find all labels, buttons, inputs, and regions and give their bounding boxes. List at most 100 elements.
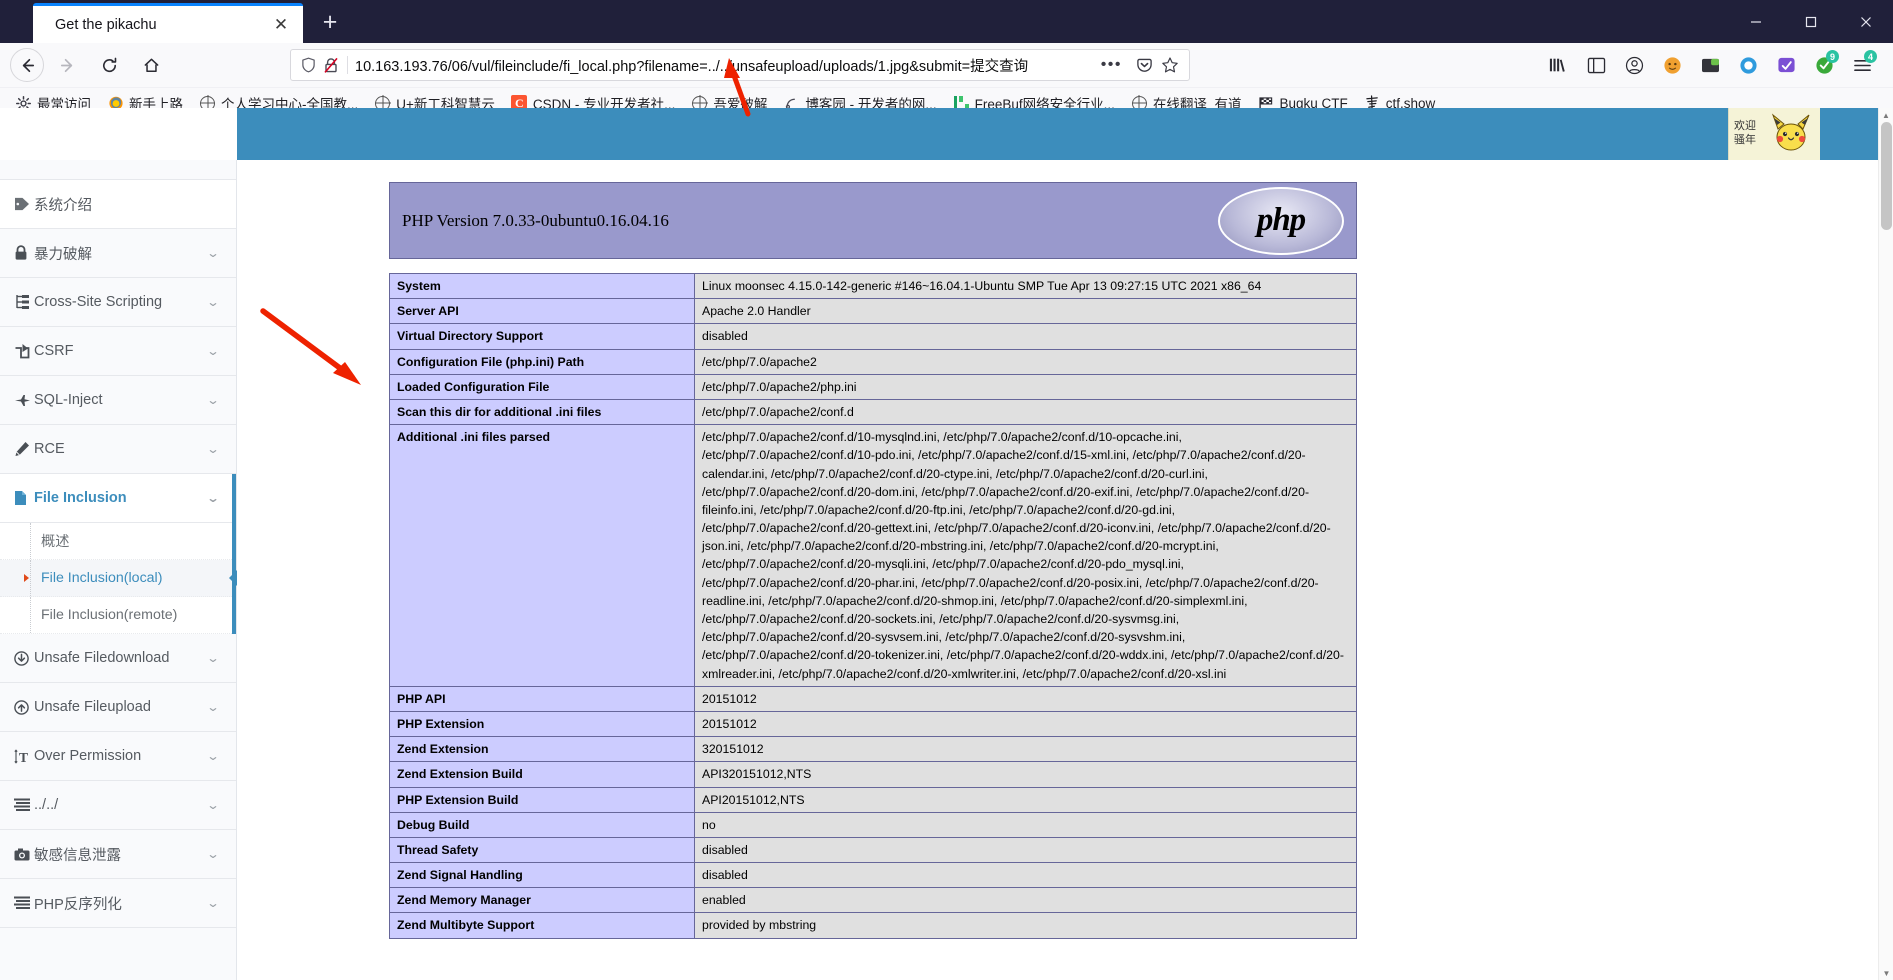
sidebar-item-php-deserialization[interactable]: PHP反序列化 ⌄ — [0, 879, 236, 928]
app-brand-bar: 欢迎 骚年 — [237, 108, 1878, 160]
new-tab-button[interactable]: + — [311, 3, 349, 41]
page-actions-icon[interactable]: ••• — [1092, 56, 1131, 74]
sidebar-item-label: Cross-Site Scripting — [34, 294, 163, 310]
extension-purple-icon[interactable] — [1769, 49, 1803, 81]
title-bar: Get the pikachu ✕ + — [0, 0, 1893, 43]
navigation-toolbar: 10.163.193.76/06/vul/fileinclude/fi_loca… — [0, 43, 1893, 88]
bullet-arrow-icon — [24, 574, 29, 582]
extension-orange-icon[interactable] — [1655, 49, 1689, 81]
row-value: 20151012 — [694, 710, 1357, 738]
row-value: enabled — [694, 887, 1357, 914]
tab-title: Get the pikachu — [55, 16, 157, 33]
table-row: Virtual Directory Support disabled — [389, 323, 1357, 350]
row-value: /etc/php/7.0/apache2/php.ini — [694, 373, 1357, 400]
home-button-icon[interactable] — [132, 48, 170, 82]
pikachu-icon — [1769, 112, 1813, 156]
chevron-down-icon: ⌄ — [206, 246, 220, 260]
table-row: Additional .ini files parsed/etc/php/7.0… — [389, 424, 1357, 687]
sidebar-item-label: File Inclusion — [34, 490, 127, 506]
row-key: Virtual Directory Support — [389, 323, 695, 350]
plane-icon — [14, 394, 34, 407]
app-top-bar: 欢迎 骚年 — [0, 108, 1878, 160]
sidebar-item-file-inclusion[interactable]: File Inclusion ⌄ — [0, 474, 236, 523]
welcome-line-2: 骚年 — [1734, 134, 1756, 146]
sidebar-item-csrf[interactable]: CSRF ⌄ — [0, 327, 236, 376]
row-key: Zend Extension — [389, 736, 695, 763]
close-icon[interactable]: ✕ — [269, 13, 293, 37]
download-icon — [14, 650, 34, 666]
extension-dark-icon[interactable] — [1693, 49, 1727, 81]
maximize-icon[interactable] — [1783, 0, 1838, 43]
browser-tab[interactable]: Get the pikachu ✕ — [33, 3, 303, 43]
scroll-up-arrow-icon[interactable]: ▲ — [1879, 108, 1893, 122]
sidebar-icon[interactable] — [1579, 49, 1613, 81]
list-icon — [14, 798, 34, 812]
library-icon[interactable] — [1541, 49, 1575, 81]
sidebar-item-unsafe-fileupload[interactable]: Unsafe Fileupload ⌄ — [0, 683, 236, 732]
row-key: System — [389, 272, 695, 300]
sidebar-item-system-intro[interactable]: 系统介绍 — [0, 180, 236, 229]
row-value: /etc/php/7.0/apache2/conf.d — [694, 398, 1357, 426]
address-bar[interactable]: 10.163.193.76/06/vul/fileinclude/fi_loca… — [290, 49, 1190, 81]
table-row: PHP Extension Build API20151012,NTS — [389, 786, 1357, 813]
sidebar-item-path-traversal[interactable]: ../../ ⌄ — [0, 781, 236, 830]
sidebar-item-brute-force[interactable]: 暴力破解 ⌄ — [0, 229, 236, 278]
row-key: PHP API — [389, 685, 695, 712]
window-close-icon[interactable] — [1838, 0, 1893, 43]
bookmark-star-icon[interactable] — [1157, 56, 1183, 74]
chevron-down-icon: ⌄ — [206, 651, 220, 665]
sidebar-item-label: RCE — [34, 441, 65, 457]
sidebar-item-rce[interactable]: RCE ⌄ — [0, 425, 236, 474]
submenu-item-file-inclusion-local[interactable]: File Inclusion(local) — [0, 560, 236, 597]
submenu-item-file-inclusion-remote[interactable]: File Inclusion(remote) — [0, 597, 236, 634]
sidebar-item-label: PHP反序列化 — [34, 896, 122, 913]
sidebar-item-over-permission[interactable]: T Over Permission ⌄ — [0, 732, 236, 781]
extension-blue-icon[interactable] — [1731, 49, 1765, 81]
php-logo: php — [1218, 186, 1344, 255]
sidebar-item-xss[interactable]: Cross-Site Scripting ⌄ — [0, 278, 236, 327]
forward-button-icon[interactable] — [48, 48, 86, 82]
sidebar-item-unsafe-filedownload[interactable]: Unsafe Filedownload ⌄ — [0, 634, 236, 683]
submenu-item-overview[interactable]: 概述 — [0, 523, 236, 560]
url-text[interactable]: 10.163.193.76/06/vul/fileinclude/fi_loca… — [352, 55, 1092, 76]
file-icon — [14, 490, 34, 506]
row-key: Additional .ini files parsed — [389, 424, 695, 687]
back-button-icon[interactable] — [10, 48, 44, 82]
app-menu-icon[interactable]: 4 — [1845, 49, 1879, 81]
reload-button-icon[interactable] — [90, 48, 128, 82]
browser-toolbar-icons: 9 4 — [1539, 49, 1885, 81]
sidebar-item-label: 系统介绍 — [34, 197, 92, 214]
phpinfo-header: PHP Version 7.0.33-0ubuntu0.16.04.16 php — [389, 182, 1357, 259]
row-value: provided by mbstring — [694, 912, 1357, 939]
pocket-icon[interactable] — [1131, 57, 1157, 74]
table-row: Thread Safety disabled — [389, 836, 1357, 864]
sidebar-item-label: Unsafe Fileupload — [34, 699, 151, 715]
minimize-icon[interactable] — [1728, 0, 1783, 43]
sidebar-item-sql-inject[interactable]: SQL-Inject ⌄ — [0, 376, 236, 425]
row-key: Server API — [389, 298, 695, 325]
row-key: Zend Extension Build — [389, 761, 695, 788]
page-scrollbar[interactable]: ▲ ▼ — [1878, 108, 1893, 980]
sidebar-item-sensitive-info-leak[interactable]: 敏感信息泄露 ⌄ — [0, 830, 236, 879]
lock-broken-icon[interactable] — [319, 57, 343, 74]
scrollbar-thumb[interactable] — [1881, 122, 1892, 230]
pencil-icon — [14, 441, 34, 457]
camera-icon — [14, 848, 34, 861]
list-icon — [14, 896, 34, 910]
table-row: PHP API 20151012 — [389, 685, 1357, 712]
row-key: Loaded Configuration File — [389, 373, 695, 400]
row-key: Configuration File (php.ini) Path — [389, 348, 695, 375]
submenu-item-label: 概述 — [41, 534, 70, 550]
app-sidebar: 系统介绍 暴力破解 ⌄ Cross-Site Scripting ⌄ CSRF … — [0, 160, 237, 980]
scroll-down-arrow-icon[interactable]: ▼ — [1879, 966, 1893, 980]
chevron-down-icon: ⌄ — [206, 847, 220, 861]
table-row: Zend Extension Build API320151012,NTS — [389, 761, 1357, 788]
tracking-protection-shield-icon[interactable] — [297, 57, 319, 73]
account-icon[interactable] — [1617, 49, 1651, 81]
row-value: disabled — [694, 862, 1357, 889]
file-inclusion-submenu: 概述 File Inclusion(local) File Inclusion(… — [0, 523, 236, 634]
chevron-down-icon: ⌄ — [206, 442, 220, 456]
row-key: Debug Build — [389, 811, 695, 838]
extension-green-icon[interactable]: 9 — [1807, 49, 1841, 81]
tab-strip: Get the pikachu ✕ + — [0, 0, 349, 43]
